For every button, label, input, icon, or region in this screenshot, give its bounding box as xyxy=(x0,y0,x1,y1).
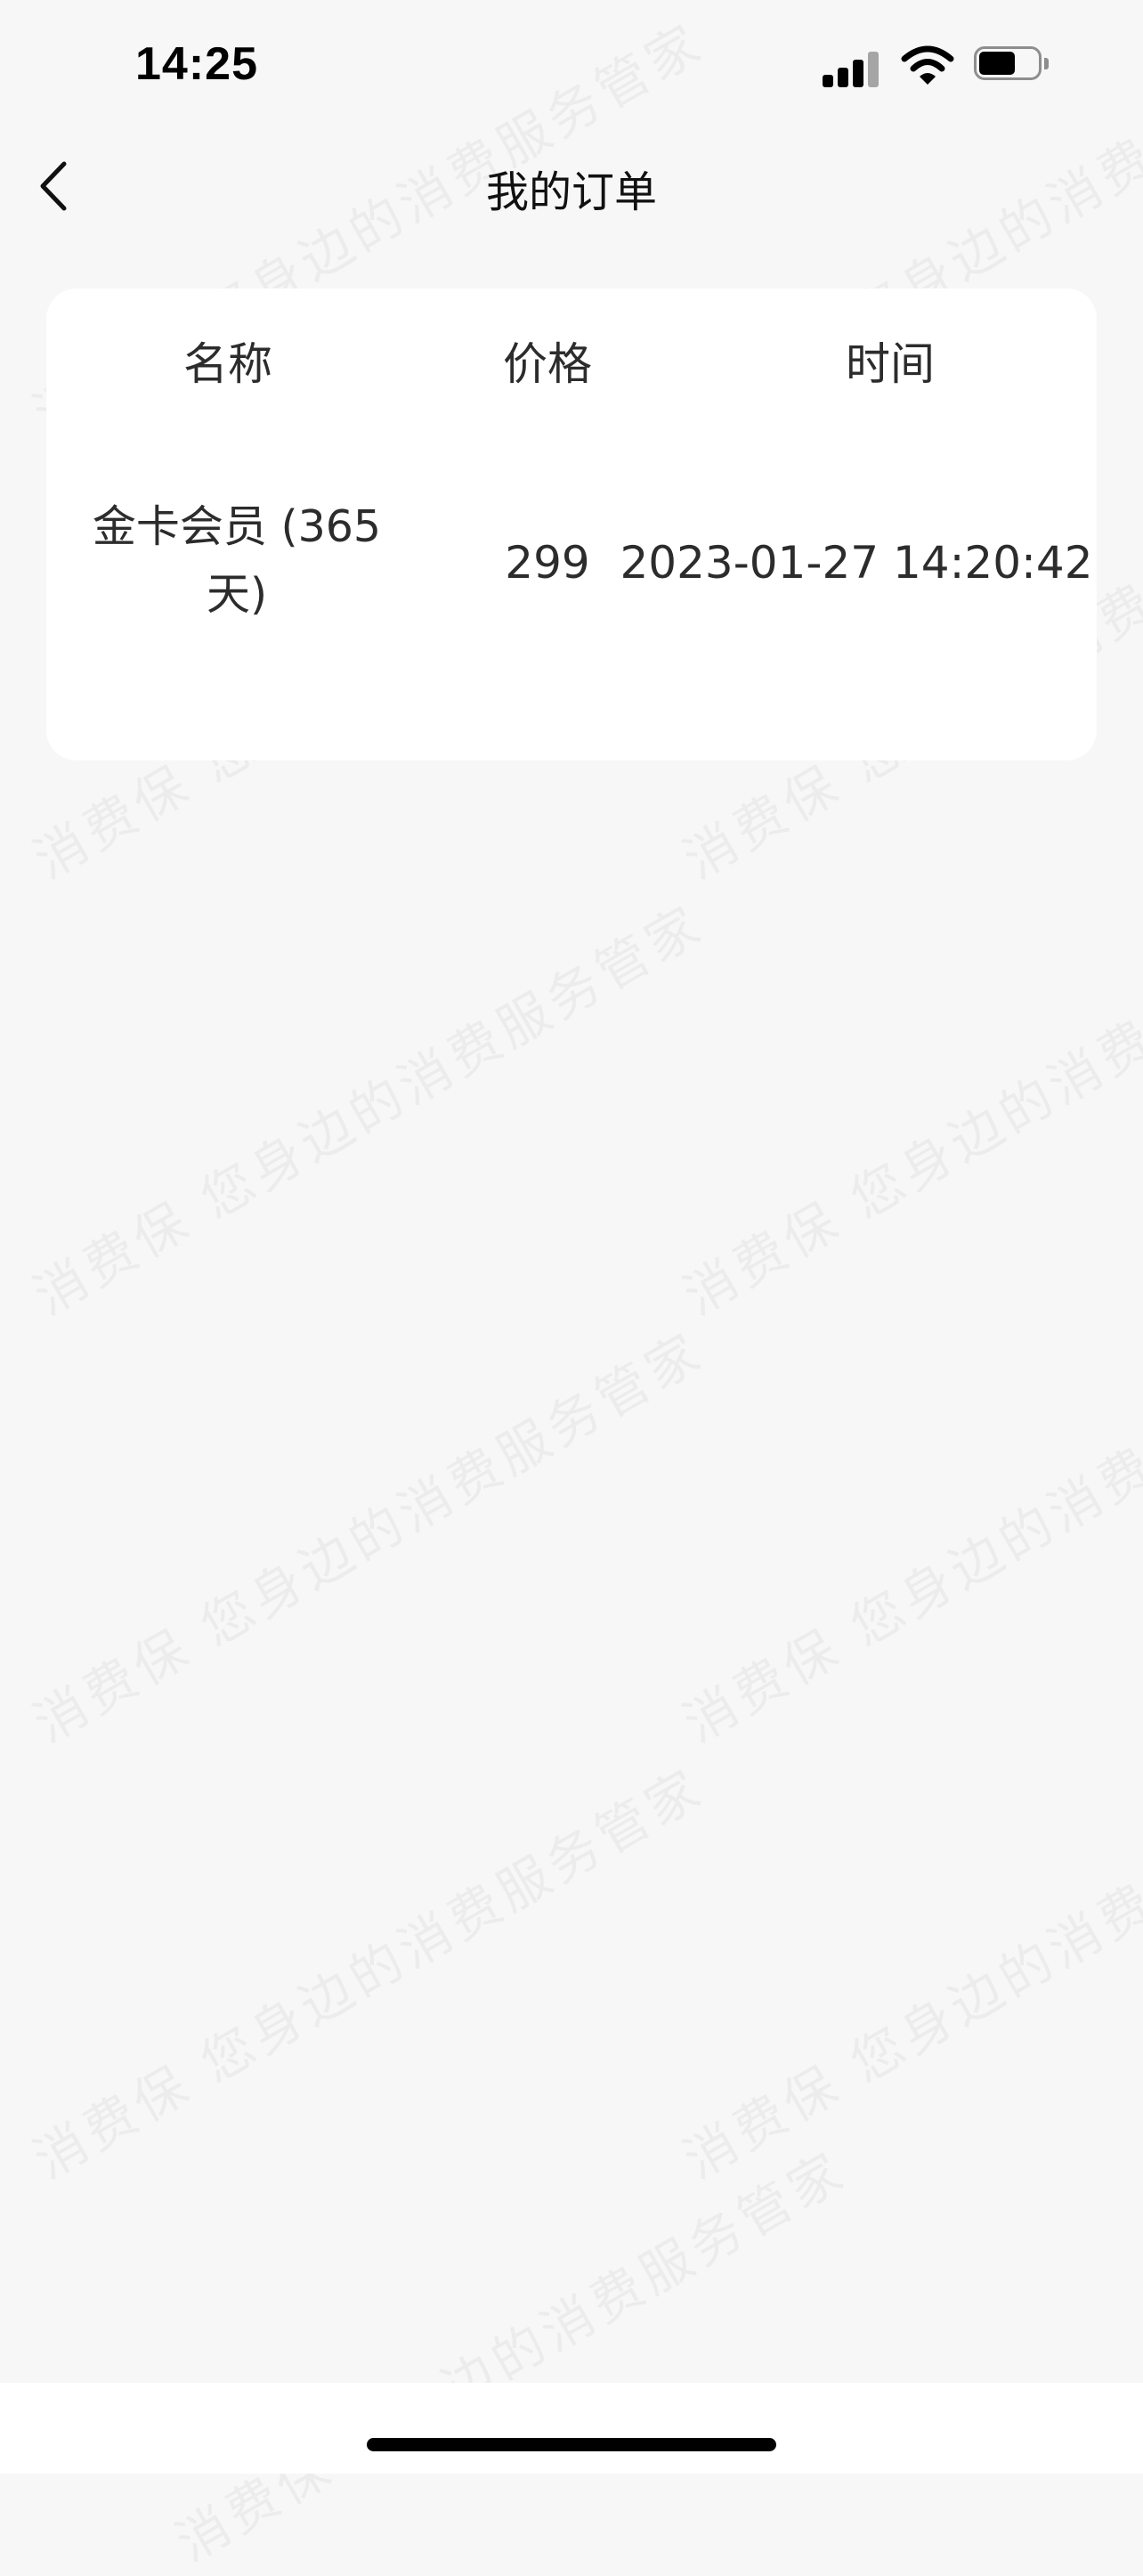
header-name: 名称 xyxy=(183,338,272,390)
watermark-text: 消费保 您身边的消费服务管家 xyxy=(668,1747,1143,2193)
bottom-safe-area xyxy=(0,2383,1143,2474)
home-indicator[interactable] xyxy=(367,2438,776,2451)
order-name: 金卡会员 (365 天) xyxy=(55,493,418,629)
page-title: 我的订单 xyxy=(485,167,657,217)
header-time: 时间 xyxy=(846,338,935,390)
wifi-icon xyxy=(901,45,954,87)
cellular-signal-icon xyxy=(823,48,881,87)
order-name-line1: 金卡会员 (365 xyxy=(92,501,382,552)
order-name-line2: 天) xyxy=(206,569,268,620)
order-table-card: 名称 价格 时间 金卡会员 (365 天) 299 2023-01-27 14:… xyxy=(46,288,1097,760)
watermark-text: 消费保 您身边的消费服务管家 xyxy=(18,1747,716,2193)
watermark-text: 消费保 您身边的消费服务管家 xyxy=(160,2130,858,2576)
watermark-text: 消费保 您身边的消费服务管家 xyxy=(18,1311,716,1757)
watermark-text: 消费保 您身边的消费服务管家 xyxy=(668,1311,1143,1757)
status-time: 14:25 xyxy=(135,38,258,90)
watermark-text: 消费保 您身边的消费服务管家 xyxy=(668,883,1143,1329)
battery-icon xyxy=(974,46,1050,84)
order-time: 2023-01-27 14:20:42 xyxy=(620,537,1093,589)
watermark-text: 消费保 您身边的消费服务管家 xyxy=(18,883,716,1329)
